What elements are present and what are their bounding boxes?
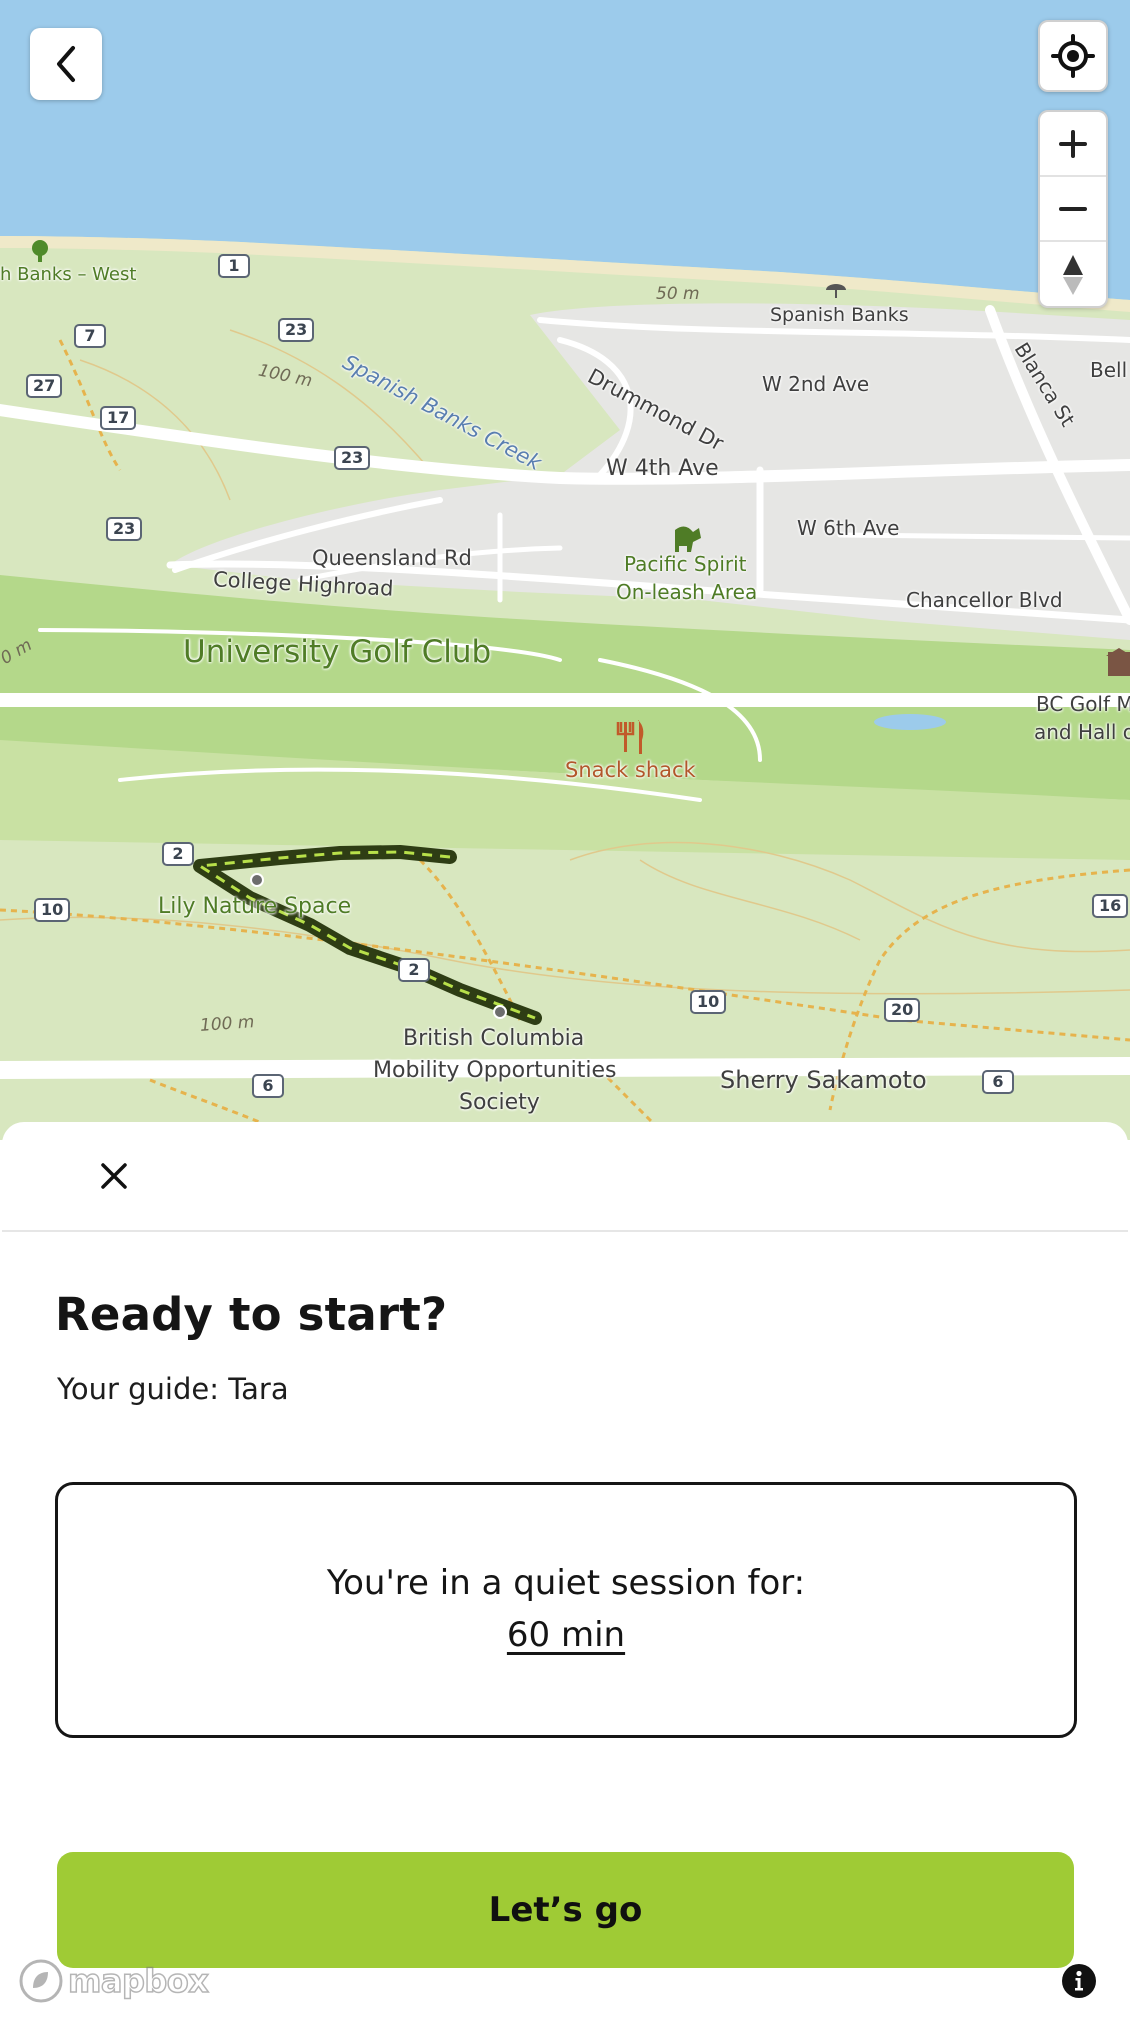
road-shield: 2 — [398, 958, 430, 982]
map-label: and Hall o — [1034, 720, 1130, 744]
route-waypoint — [250, 873, 264, 887]
map-label: Sherry Sakamoto — [720, 1066, 927, 1094]
close-icon — [101, 1163, 127, 1189]
route-waypoint — [493, 1005, 507, 1019]
road-shield: 10 — [34, 898, 71, 922]
road-shield: 10 — [690, 990, 727, 1014]
mapbox-mark-icon — [19, 1959, 63, 2003]
map-label: Pacific Spirit — [624, 552, 747, 576]
attribution-info-button[interactable] — [1062, 1964, 1096, 1998]
session-card: You're in a quiet session for: 60 min — [55, 1482, 1077, 1738]
map-view[interactable]: h Banks – West Spanish Banks Spanish Ban… — [0, 0, 1130, 1140]
map-label: h Banks – West — [0, 264, 137, 285]
pond — [874, 714, 946, 730]
zoom-controls — [1038, 110, 1108, 308]
road-shield: 23 — [278, 318, 315, 342]
map-label: Chancellor Blvd — [906, 588, 1063, 612]
map-canvas[interactable] — [0, 0, 1130, 1140]
map-label: British Columbia — [403, 1026, 585, 1051]
mapbox-wordmark: mapbox — [67, 1961, 209, 2001]
map-label: Spanish Banks — [770, 304, 909, 326]
museum-icon — [1106, 648, 1130, 676]
road-shield: 1 — [218, 254, 250, 278]
contour-label: 50 m — [656, 284, 700, 304]
mapbox-logo[interactable]: mapbox — [18, 1958, 210, 2004]
tree-icon — [32, 240, 48, 262]
road-shield: 7 — [74, 324, 106, 348]
session-duration-link[interactable]: 60 min — [507, 1615, 625, 1655]
session-duration: 60 min — [58, 1615, 1074, 1655]
contour-label: 100 m — [199, 1012, 256, 1036]
north-arrow-icon — [1063, 254, 1083, 295]
road-shield: 2 — [162, 842, 194, 866]
map-label: Society — [459, 1090, 540, 1115]
sheet-header — [2, 1122, 1128, 1232]
beach-umbrella-icon — [826, 284, 846, 298]
compass-button[interactable] — [1040, 242, 1106, 306]
page-title: Ready to start? — [55, 1288, 448, 1341]
zoom-out-button[interactable] — [1040, 177, 1106, 242]
road-shield: 23 — [106, 517, 143, 541]
zoom-in-button[interactable] — [1040, 112, 1106, 177]
close-button[interactable] — [92, 1154, 136, 1198]
locate-me-button[interactable] — [1038, 20, 1108, 92]
session-text: You're in a quiet session for: — [326, 1563, 806, 1603]
road-shield: 6 — [252, 1074, 284, 1098]
road-shield: 20 — [884, 998, 921, 1022]
map-label: W 6th Ave — [797, 516, 900, 540]
map-label: W 2nd Ave — [762, 372, 870, 396]
minus-icon — [1059, 206, 1087, 211]
back-button[interactable] — [30, 28, 102, 100]
map-label: University Golf Club — [183, 634, 492, 670]
road-shield: 16 — [1092, 894, 1129, 918]
map-label: On-leash Area — [616, 580, 758, 604]
ocean-area — [0, 0, 1130, 300]
plus-icon — [1059, 129, 1087, 158]
map-label: Bell — [1090, 358, 1128, 382]
crosshair-icon — [1051, 34, 1095, 78]
map-label: Mobility Opportunities — [373, 1058, 617, 1083]
route-path — [193, 845, 542, 1025]
road-shield: 17 — [100, 406, 137, 430]
chevron-left-icon — [57, 46, 75, 82]
lets-go-button[interactable]: Let’s go — [57, 1852, 1074, 1968]
map-label: W 4th Ave — [606, 456, 719, 481]
guide-label: Your guide: Tara — [57, 1372, 289, 1406]
info-circle-icon — [1063, 1965, 1095, 1997]
map-label: Lily Nature Space — [158, 894, 352, 919]
map-label: BC Golf M — [1036, 692, 1130, 716]
road-shield: 23 — [334, 446, 371, 470]
map-label: Queensland Rd — [312, 546, 472, 570]
road-shield: 6 — [982, 1070, 1014, 1094]
road-shield: 27 — [26, 374, 63, 398]
map-label: Snack shack — [565, 758, 696, 782]
